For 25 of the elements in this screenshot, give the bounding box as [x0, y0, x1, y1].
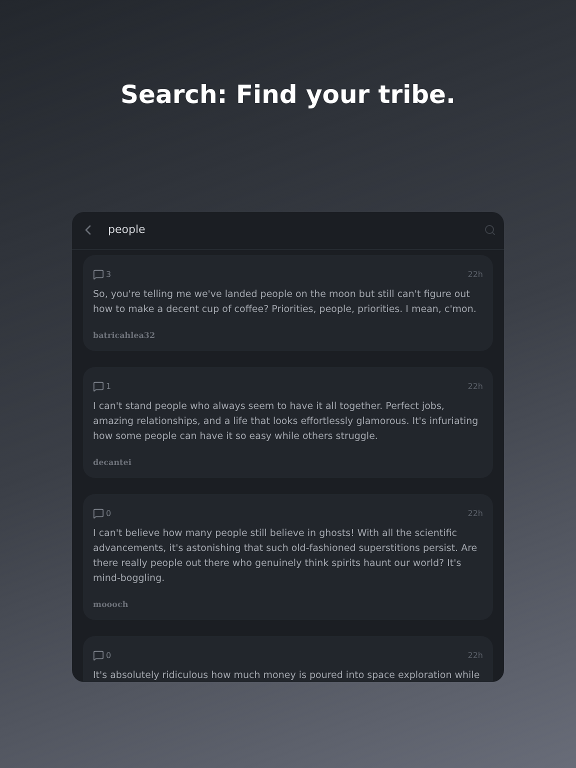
- comment-count: 1: [106, 380, 112, 392]
- post-card[interactable]: 0 22h It's absolutely ridiculous how much money is poured into space exploration while: [83, 636, 493, 682]
- comment-count: 0: [106, 508, 112, 520]
- comment-icon: [93, 381, 104, 392]
- comment-icon: [93, 269, 104, 280]
- post-time: 22h: [468, 268, 483, 280]
- comment-icon: [93, 650, 104, 661]
- headline: Search: Find your tribe.: [120, 79, 456, 111]
- comment-count: 3: [106, 268, 112, 280]
- post-author: moooch: [93, 598, 130, 610]
- post-time: 22h: [468, 508, 483, 520]
- post-card[interactable]: 3 22h So, you're telling me we've landed people on the moon but still can't figure out how to make a decent cup of coffee? Priorities, people, priorities. I mean, c'mon. batricahlea32: [83, 254, 493, 350]
- comment-icon: [93, 508, 104, 519]
- post-text: It's absolutely ridiculous how much money is poured into space exploration while: [93, 668, 481, 682]
- post-text: So, you're telling me we've landed people on the moon but still can't figure out how to make a decent cup of coffee? Priorities, people, priorities. I mean, c'mon.: [93, 288, 478, 316]
- post-card[interactable]: [83, 494, 493, 620]
- post-text: I can't stand people who always seem to have it all together. Perfect jobs, amazing relationships, and a life that looks effortlessly glamorous. It's infuriating how some people can have it so easy while others struggle.: [93, 400, 480, 444]
- post-time: 22h: [468, 380, 483, 392]
- post-author: batricahlea32: [93, 328, 156, 340]
- post-time: 22h: [468, 650, 483, 662]
- comment-count: 0: [106, 650, 112, 662]
- post-card[interactable]: [83, 366, 493, 478]
- search-field[interactable]: people: [108, 222, 472, 238]
- post-text: I can't believe how many people still believe in ghosts! With all the scientific advancements, it's astonishing that such old-fashioned superstitions persist. Are there really people out there who genuinely think spirits haunt our world? It's mind-boggling.: [93, 526, 478, 586]
- post-author: decantei: [93, 456, 132, 468]
